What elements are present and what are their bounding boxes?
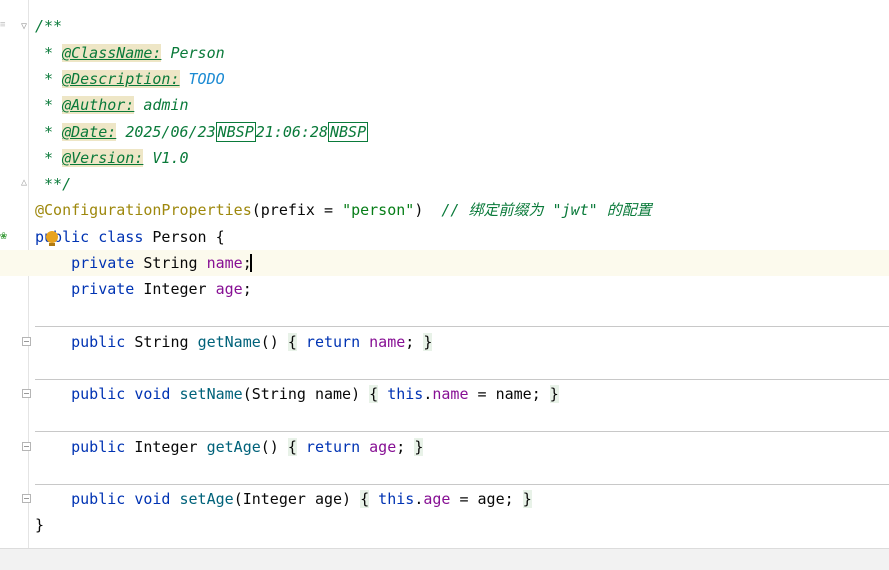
method-separator bbox=[35, 431, 889, 432]
class-declaration: public class Person { bbox=[35, 228, 225, 246]
method-separator bbox=[35, 484, 889, 485]
fold-setname-icon[interactable] bbox=[22, 389, 31, 398]
method-separator bbox=[35, 379, 889, 380]
doc-description-line: * @Description: TODO bbox=[35, 70, 225, 88]
doc-tag: @Author: bbox=[62, 96, 135, 114]
fold-setage-icon[interactable] bbox=[22, 494, 31, 503]
fold-doc-open-icon[interactable]: ▽ bbox=[21, 22, 31, 32]
method-getage: public Integer getAge() { return age; } bbox=[71, 438, 424, 456]
annotation-line: @ConfigurationProperties(prefix = "perso… bbox=[35, 201, 652, 219]
fold-doc-close-icon[interactable]: △ bbox=[21, 178, 31, 188]
doc-comment-open: /** bbox=[35, 17, 63, 35]
doc-version-line: * @Version: V1.0 bbox=[35, 149, 189, 167]
class-close-brace: } bbox=[35, 516, 45, 534]
method-getname: public String getName() { return name; } bbox=[71, 333, 433, 351]
method-setname: public void setName(String name) { this.… bbox=[71, 385, 559, 403]
field-age-line: private Integer age; bbox=[71, 280, 252, 298]
fold-getname-icon[interactable] bbox=[22, 337, 31, 346]
doc-author-line: * @Author: admin bbox=[35, 96, 189, 114]
doc-tag: @Description: bbox=[62, 70, 180, 88]
spring-bean-icon[interactable]: ❀ bbox=[0, 228, 12, 242]
nbsp-marker: NBSP bbox=[328, 122, 369, 142]
doc-tag: @ClassName: bbox=[62, 44, 162, 62]
doc-tag: @Version: bbox=[62, 149, 144, 167]
fold-getage-icon[interactable] bbox=[22, 442, 31, 451]
doc-comment-close: **/ bbox=[35, 175, 72, 193]
bookmark-marker-icon: ≡ bbox=[0, 20, 6, 30]
annotation: @ConfigurationProperties bbox=[35, 201, 252, 219]
doc-classname-line: * @ClassName: Person bbox=[35, 44, 225, 62]
code-editor[interactable]: /** * @ClassName: Person * @Description:… bbox=[0, 0, 889, 548]
method-separator bbox=[35, 326, 889, 327]
inline-comment: // 绑定前缀为 "jwt" 的配置 bbox=[441, 201, 652, 219]
editor-bottom-bar bbox=[0, 548, 889, 570]
field-name-line: private String name; bbox=[71, 254, 252, 272]
doc-tag: @Date: bbox=[62, 123, 117, 141]
doc-date-line: * @Date: 2025/06/23 NBSP 21:06:28 NBSP bbox=[35, 122, 369, 142]
text-caret bbox=[250, 254, 252, 272]
lightbulb-icon[interactable] bbox=[46, 231, 58, 246]
method-setage: public void setAge(Integer age) { this.a… bbox=[71, 490, 532, 508]
nbsp-marker: NBSP bbox=[215, 122, 256, 142]
